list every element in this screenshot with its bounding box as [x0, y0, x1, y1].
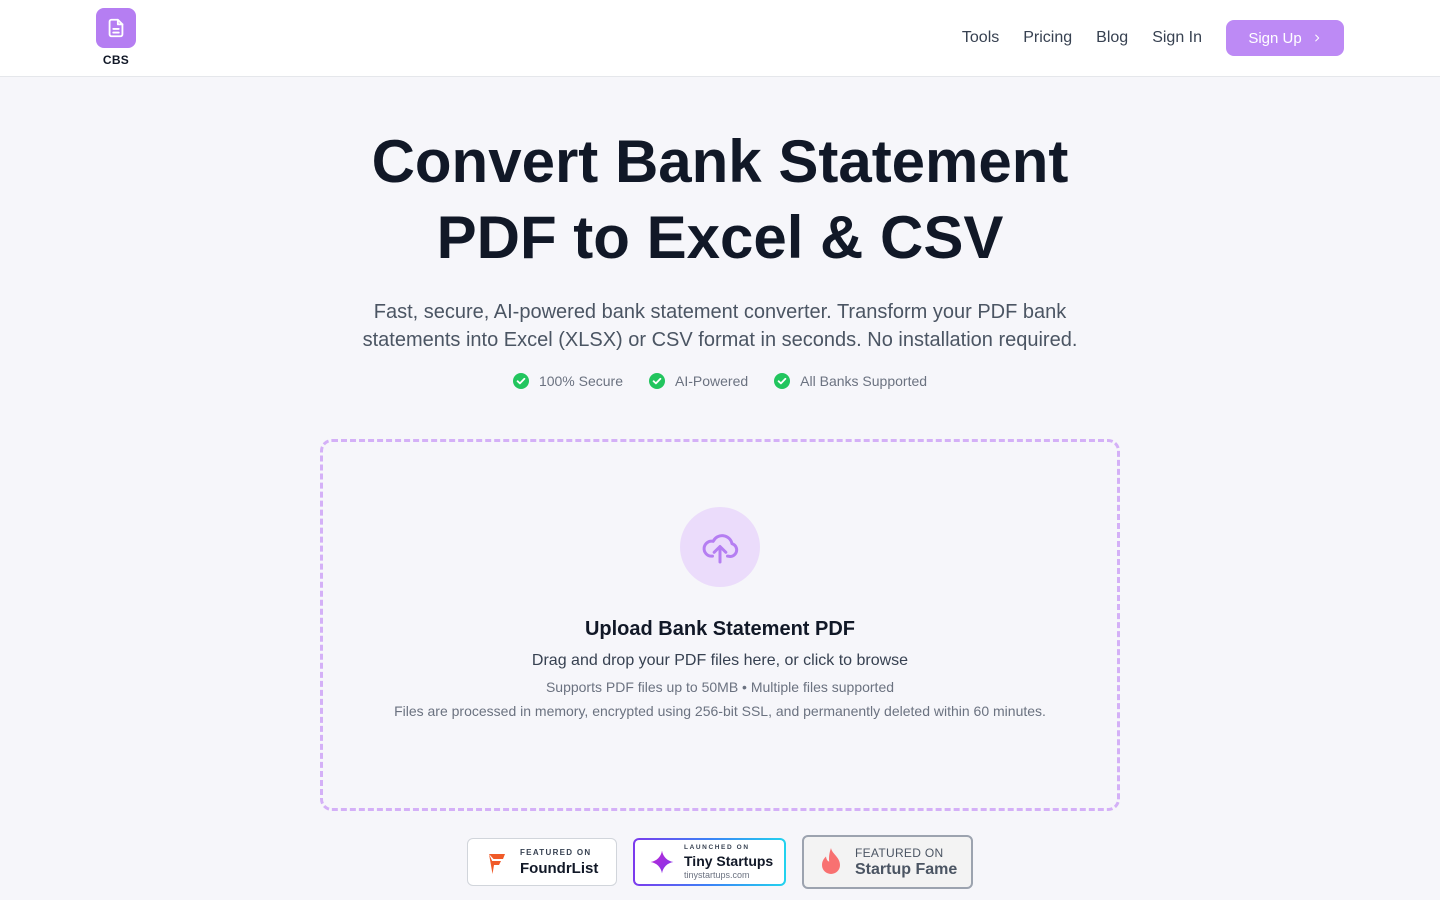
feature-list: 100% Secure AI-Powered All Banks Support… — [0, 371, 1440, 391]
site-header: CBS Tools Pricing Blog Sign In Sign Up — [0, 0, 1440, 77]
upload-description: Drag and drop your PDF files here, or cl… — [531, 652, 909, 669]
logo-text: CBS — [102, 53, 130, 67]
upload-title: Upload Bank Statement PDF — [584, 618, 856, 640]
feature-label: AI-Powered — [675, 373, 749, 389]
hero-title-line-1: Convert Bank Statement — [371, 128, 1069, 195]
check-circle-icon — [512, 373, 529, 389]
upload-privacy-note: Files are processed in memory, encrypted… — [394, 703, 1046, 719]
badge-tiny-startups[interactable]: LAUNCHED ON Tiny Startups tinystartups.c… — [633, 838, 786, 886]
chevron-right-icon — [1314, 34, 1319, 42]
badge-foundrlist-caption: FEATURED ON — [520, 847, 592, 857]
nav-link-sign-in[interactable]: Sign In — [1152, 20, 1202, 56]
badge-foundrlist[interactable]: FEATURED ON FoundrList — [467, 838, 617, 886]
cloud-upload-icon — [702, 534, 739, 564]
nav-link-tools[interactable]: Tools — [962, 20, 999, 56]
badge-fame-name: Startup Fame — [855, 860, 958, 878]
upload-file-limits: Supports PDF files up to 50MB • Multiple… — [545, 679, 895, 695]
hero-title-line-2: PDF to Excel & CSV — [436, 204, 1004, 271]
feature-ai-powered: AI-Powered — [649, 371, 748, 391]
feature-label: All Banks Supported — [800, 373, 928, 389]
upload-icon-circle — [680, 507, 760, 587]
check-circle-icon — [649, 373, 666, 389]
flame-icon — [822, 848, 840, 874]
hero-title: Convert Bank Statement PDF to Excel & CS… — [0, 124, 1440, 276]
feature-secure: 100% Secure — [512, 371, 624, 391]
main-nav: Tools Pricing Blog Sign In Sign Up — [962, 20, 1344, 56]
sparkle-icon — [650, 850, 674, 874]
badge-startup-fame[interactable]: FEATURED ON Startup Fame — [802, 835, 973, 889]
document-icon — [96, 8, 136, 48]
hero-subtitle: Fast, secure, AI-powered bank statement … — [362, 301, 1078, 351]
foundrlist-logo-icon — [489, 854, 505, 874]
logo-link[interactable]: CBS — [96, 8, 136, 67]
feature-label: 100% Secure — [538, 373, 624, 389]
upload-dropzone[interactable]: Upload Bank Statement PDF Drag and drop … — [320, 439, 1120, 811]
badge-foundrlist-name: FoundrList — [520, 859, 599, 877]
check-circle-icon — [774, 373, 791, 389]
feature-all-banks: All Banks Supported — [774, 371, 927, 391]
nav-link-pricing[interactable]: Pricing — [1023, 20, 1072, 56]
badge-tiny-caption: LAUNCHED ON — [684, 844, 750, 851]
nav-link-blog[interactable]: Blog — [1096, 20, 1128, 56]
badge-tiny-name: Tiny Startups — [684, 853, 774, 869]
badge-fame-caption: FEATURED ON — [855, 845, 944, 860]
sign-up-label: Sign Up — [1248, 29, 1302, 47]
badge-tiny-url: tinystartups.com — [684, 870, 750, 880]
sign-up-button[interactable]: Sign Up — [1226, 20, 1344, 56]
